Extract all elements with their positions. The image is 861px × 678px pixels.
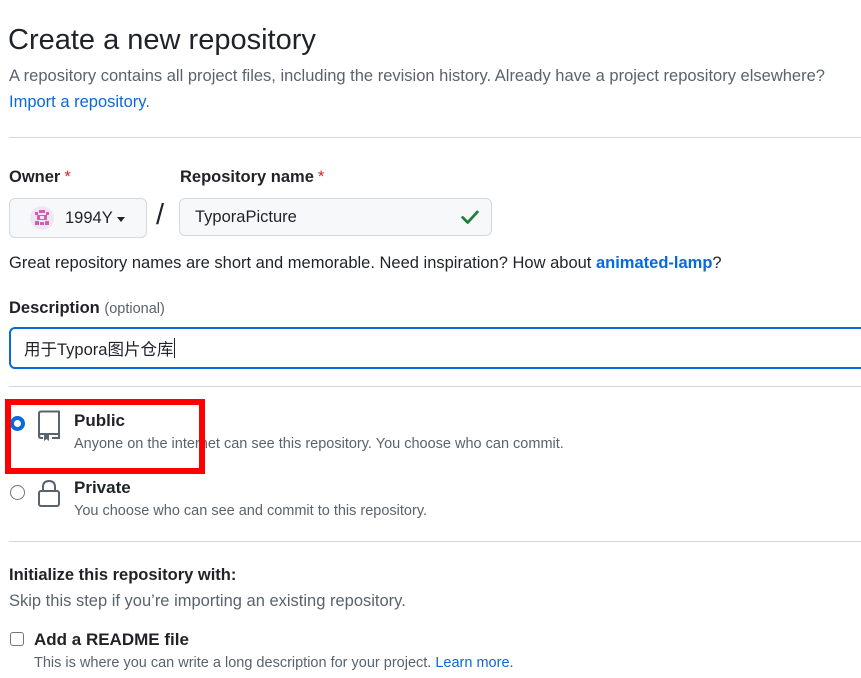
description-label: Description (optional) [9,299,165,318]
owner-avatar [30,206,54,230]
visibility-private-radio[interactable] [10,485,25,500]
import-suffix: . [145,93,150,111]
description-label-text: Description [9,299,100,317]
description-value: 用于Typora图片仓库 [24,341,174,359]
add-readme-desc: This is where you can write a long descr… [34,655,514,671]
description-input[interactable]: 用于Typora图片仓库 [9,327,861,369]
owner-name: 1994Y [65,208,113,227]
repo-name-input[interactable]: TyporaPicture [179,198,492,236]
required-mark: * [64,168,71,186]
hint-suffix: ? [712,254,722,272]
import-repository-link[interactable]: Import a repository [9,93,145,111]
readme-desc-text: This is where you can write a long descr… [34,655,436,671]
initialize-title: Initialize this repository with: [9,566,237,584]
required-mark: * [317,168,325,186]
visibility-private-title: Private [74,478,131,497]
divider [9,541,861,542]
owner-repo-separator: / [156,199,165,231]
visibility-public-radio[interactable] [10,416,25,431]
hint-text: Great repository names are short and mem… [9,254,596,272]
page-subtitle: A repository contains all project files,… [9,67,825,85]
repo-name-label-text: Repository name [180,168,314,186]
owner-label-text: Owner [9,168,61,186]
visibility-private-desc: You choose who can see and commit to thi… [74,503,428,519]
repo-name-label: Repository name * [180,168,324,187]
repo-name-value: TyporaPicture [195,207,297,226]
repo-name-hint: Great repository names are short and mem… [9,254,722,273]
import-line: Import a repository. [9,93,150,112]
divider [9,386,861,387]
check-icon [461,210,479,224]
create-repository-page: Create a new repository A repository con… [0,0,861,678]
text-cursor [174,338,176,358]
initialize-subtitle: Skip this step if you’re importing an ex… [9,592,406,610]
add-readme-label[interactable]: Add a README file [34,630,189,650]
chevron-down-icon [116,216,125,222]
page-title: Create a new repository [8,24,316,56]
repo-icon [38,410,60,441]
visibility-public-desc: Anyone on the internet can see this repo… [74,436,564,452]
owner-label: Owner * [9,168,71,187]
name-suggestion-link[interactable]: animated-lamp [596,254,712,272]
optional-tag: (optional) [104,301,165,317]
visibility-public-title: Public [74,411,126,430]
owner-select-button[interactable]: 1994Y [9,198,147,238]
lock-icon [38,479,60,507]
divider [9,137,861,138]
add-readme-checkbox[interactable] [10,632,24,646]
learn-more-link[interactable]: Learn more. [435,655,513,671]
